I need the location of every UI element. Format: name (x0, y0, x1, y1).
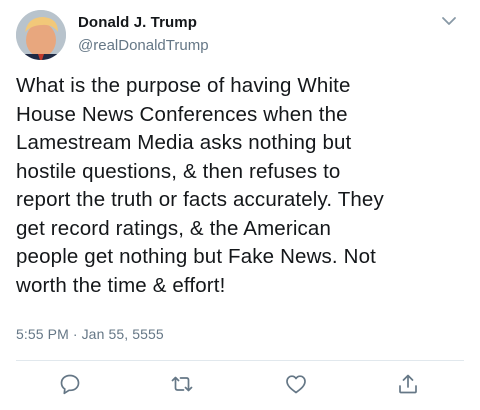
divider (16, 360, 464, 361)
tweet-actions (0, 372, 480, 402)
share-icon[interactable] (396, 372, 420, 396)
tweet-card: Donald J. Trump @realDonaldTrump What is… (0, 0, 480, 410)
tweet-timestamp[interactable]: 5:55 PM · Jan 55, 5555 (16, 326, 164, 342)
tweet-text: What is the purpose of having White Hous… (16, 74, 384, 297)
chevron-down-icon[interactable] (440, 14, 458, 28)
display-name[interactable]: Donald J. Trump (78, 14, 197, 31)
user-handle[interactable]: @realDonaldTrump (78, 37, 209, 54)
avatar[interactable] (16, 10, 66, 60)
retweet-icon[interactable] (170, 372, 194, 396)
reply-icon[interactable] (58, 372, 82, 396)
heart-icon[interactable] (284, 372, 308, 396)
avatar-image (16, 10, 66, 60)
